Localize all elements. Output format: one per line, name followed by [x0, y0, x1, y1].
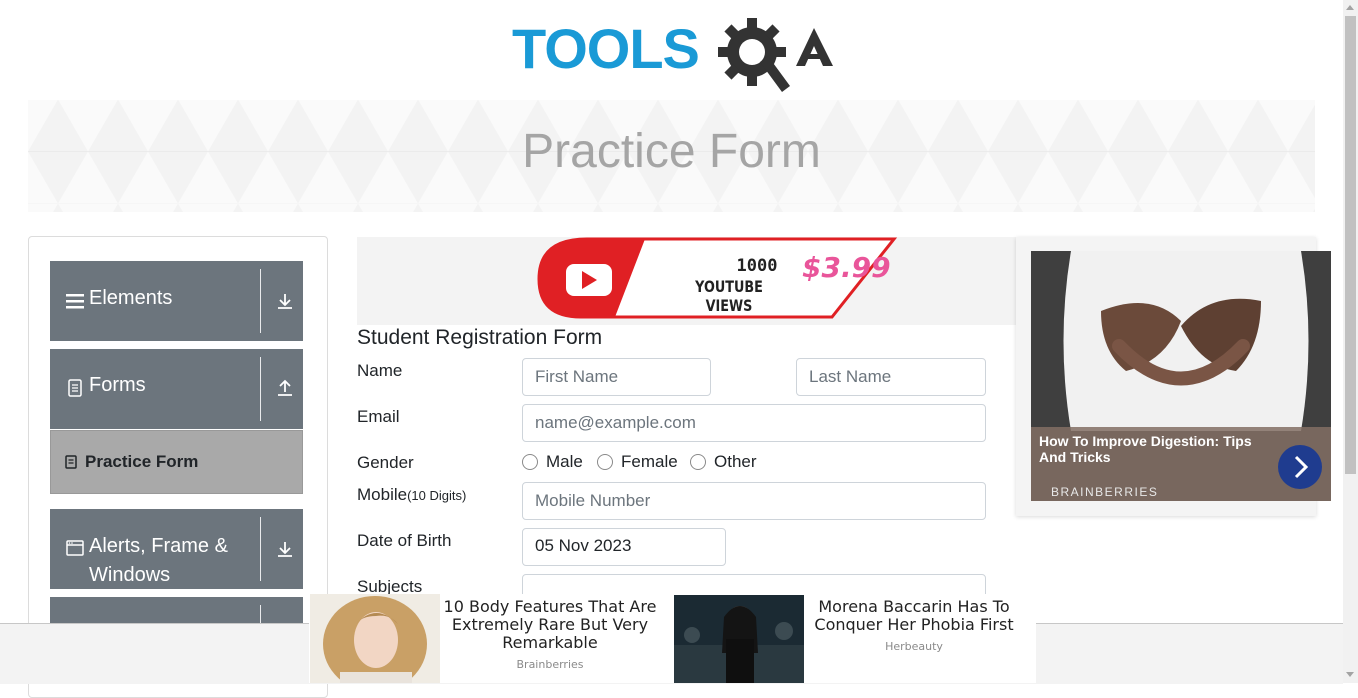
document-icon: [68, 379, 82, 397]
mobile-label: Mobile(10 Digits): [357, 485, 466, 505]
upload-icon[interactable]: [275, 378, 295, 398]
divider: [260, 517, 261, 581]
ad-price: $3.99: [802, 251, 891, 284]
sidebar-group-label-line2: Windows: [89, 564, 171, 586]
sidebar-item-label: Practice Form: [85, 452, 199, 471]
ad-image[interactable]: How To Improve Digestion: Tips And Trick…: [1031, 251, 1331, 501]
toolsqa-logo[interactable]: TOOLS: [512, 14, 836, 92]
bottom-ad-source: Brainberries: [516, 658, 584, 671]
window-icon: [66, 540, 84, 556]
logo-tools-text: TOOLS: [512, 17, 699, 80]
first-name-input[interactable]: [522, 358, 711, 396]
page-scrollbar[interactable]: [1343, 0, 1358, 683]
mobile-hint: (10 Digits): [407, 488, 467, 503]
sidebar-group-alerts[interactable]: Alerts, Frame & Windows: [50, 509, 303, 589]
radio-circle[interactable]: [690, 454, 706, 470]
ad-title[interactable]: How To Improve Digestion: Tips And Trick…: [1039, 433, 1279, 465]
dob-label: Date of Birth: [357, 531, 452, 550]
last-name-input[interactable]: [796, 358, 986, 396]
radio-label[interactable]: Female: [621, 452, 678, 472]
download-icon[interactable]: [275, 539, 295, 559]
ad-thumbnail-actress[interactable]: [674, 595, 804, 683]
sidebar-group-label: Forms: [89, 374, 146, 396]
download-icon[interactable]: [275, 291, 295, 311]
ad-text-label: YOUTUBE VIEWS: [695, 277, 763, 315]
name-label: Name: [357, 361, 403, 380]
scroll-up-icon[interactable]: [1346, 5, 1354, 10]
chevron-right-icon: [1294, 455, 1309, 479]
next-button[interactable]: [1278, 445, 1322, 489]
scroll-down-icon[interactable]: [1346, 672, 1354, 677]
ad-source: BRAINBERRIES: [1051, 485, 1159, 499]
divider: [260, 269, 261, 333]
form-title: Student Registration Form: [357, 326, 603, 349]
email-input[interactable]: [522, 404, 986, 442]
gear-icon: [718, 18, 790, 92]
divider: [260, 357, 261, 421]
mobile-input[interactable]: [522, 482, 986, 520]
email-label: Email: [357, 407, 400, 426]
bottom-ad-source: Herbeauty: [885, 640, 943, 653]
date-of-birth-input[interactable]: 05 Nov 2023: [522, 528, 726, 566]
radio-label[interactable]: Male: [546, 452, 583, 472]
page-title: Practice Form: [522, 125, 821, 178]
sidebar-group-elements[interactable]: Elements: [50, 261, 303, 341]
bottom-ad-title[interactable]: 10 Body Features That Are Extremely Rare…: [440, 598, 660, 652]
youtube-views-ad[interactable]: 1000 YOUTUBE VIEWS $3.99: [357, 237, 1022, 325]
radio-circle[interactable]: [597, 454, 613, 470]
page-header-banner: Practice Form: [28, 100, 1315, 212]
sidebar-group-label: Elements: [89, 287, 173, 309]
sidebar-group-forms[interactable]: Forms: [50, 349, 303, 429]
bottom-ad-title[interactable]: Morena Baccarin Has To Conquer Her Phobi…: [806, 598, 1022, 634]
sidebar-group-label: Alerts, Frame &: [89, 535, 228, 557]
mobile-label-text: Mobile: [357, 485, 408, 504]
radio-circle[interactable]: [522, 454, 538, 470]
scroll-thumb[interactable]: [1345, 16, 1356, 474]
radio-label[interactable]: Other: [714, 452, 757, 472]
form-icon: [65, 455, 77, 469]
sidebar-item-practice-form[interactable]: Practice Form: [50, 430, 303, 494]
gender-label: Gender: [357, 453, 414, 472]
ad-caption: How To Improve Digestion: Tips And Trick…: [1031, 427, 1331, 501]
hamburger-icon: [66, 294, 84, 309]
bottom-ad-unit[interactable]: 10 Body Features That Are Extremely Rare…: [309, 594, 1036, 683]
ad-thumbnail-woman[interactable]: [310, 594, 440, 683]
ad-text-count: 1000: [736, 256, 778, 276]
digestion-ad[interactable]: How To Improve Digestion: Tips And Trick…: [1016, 237, 1331, 516]
